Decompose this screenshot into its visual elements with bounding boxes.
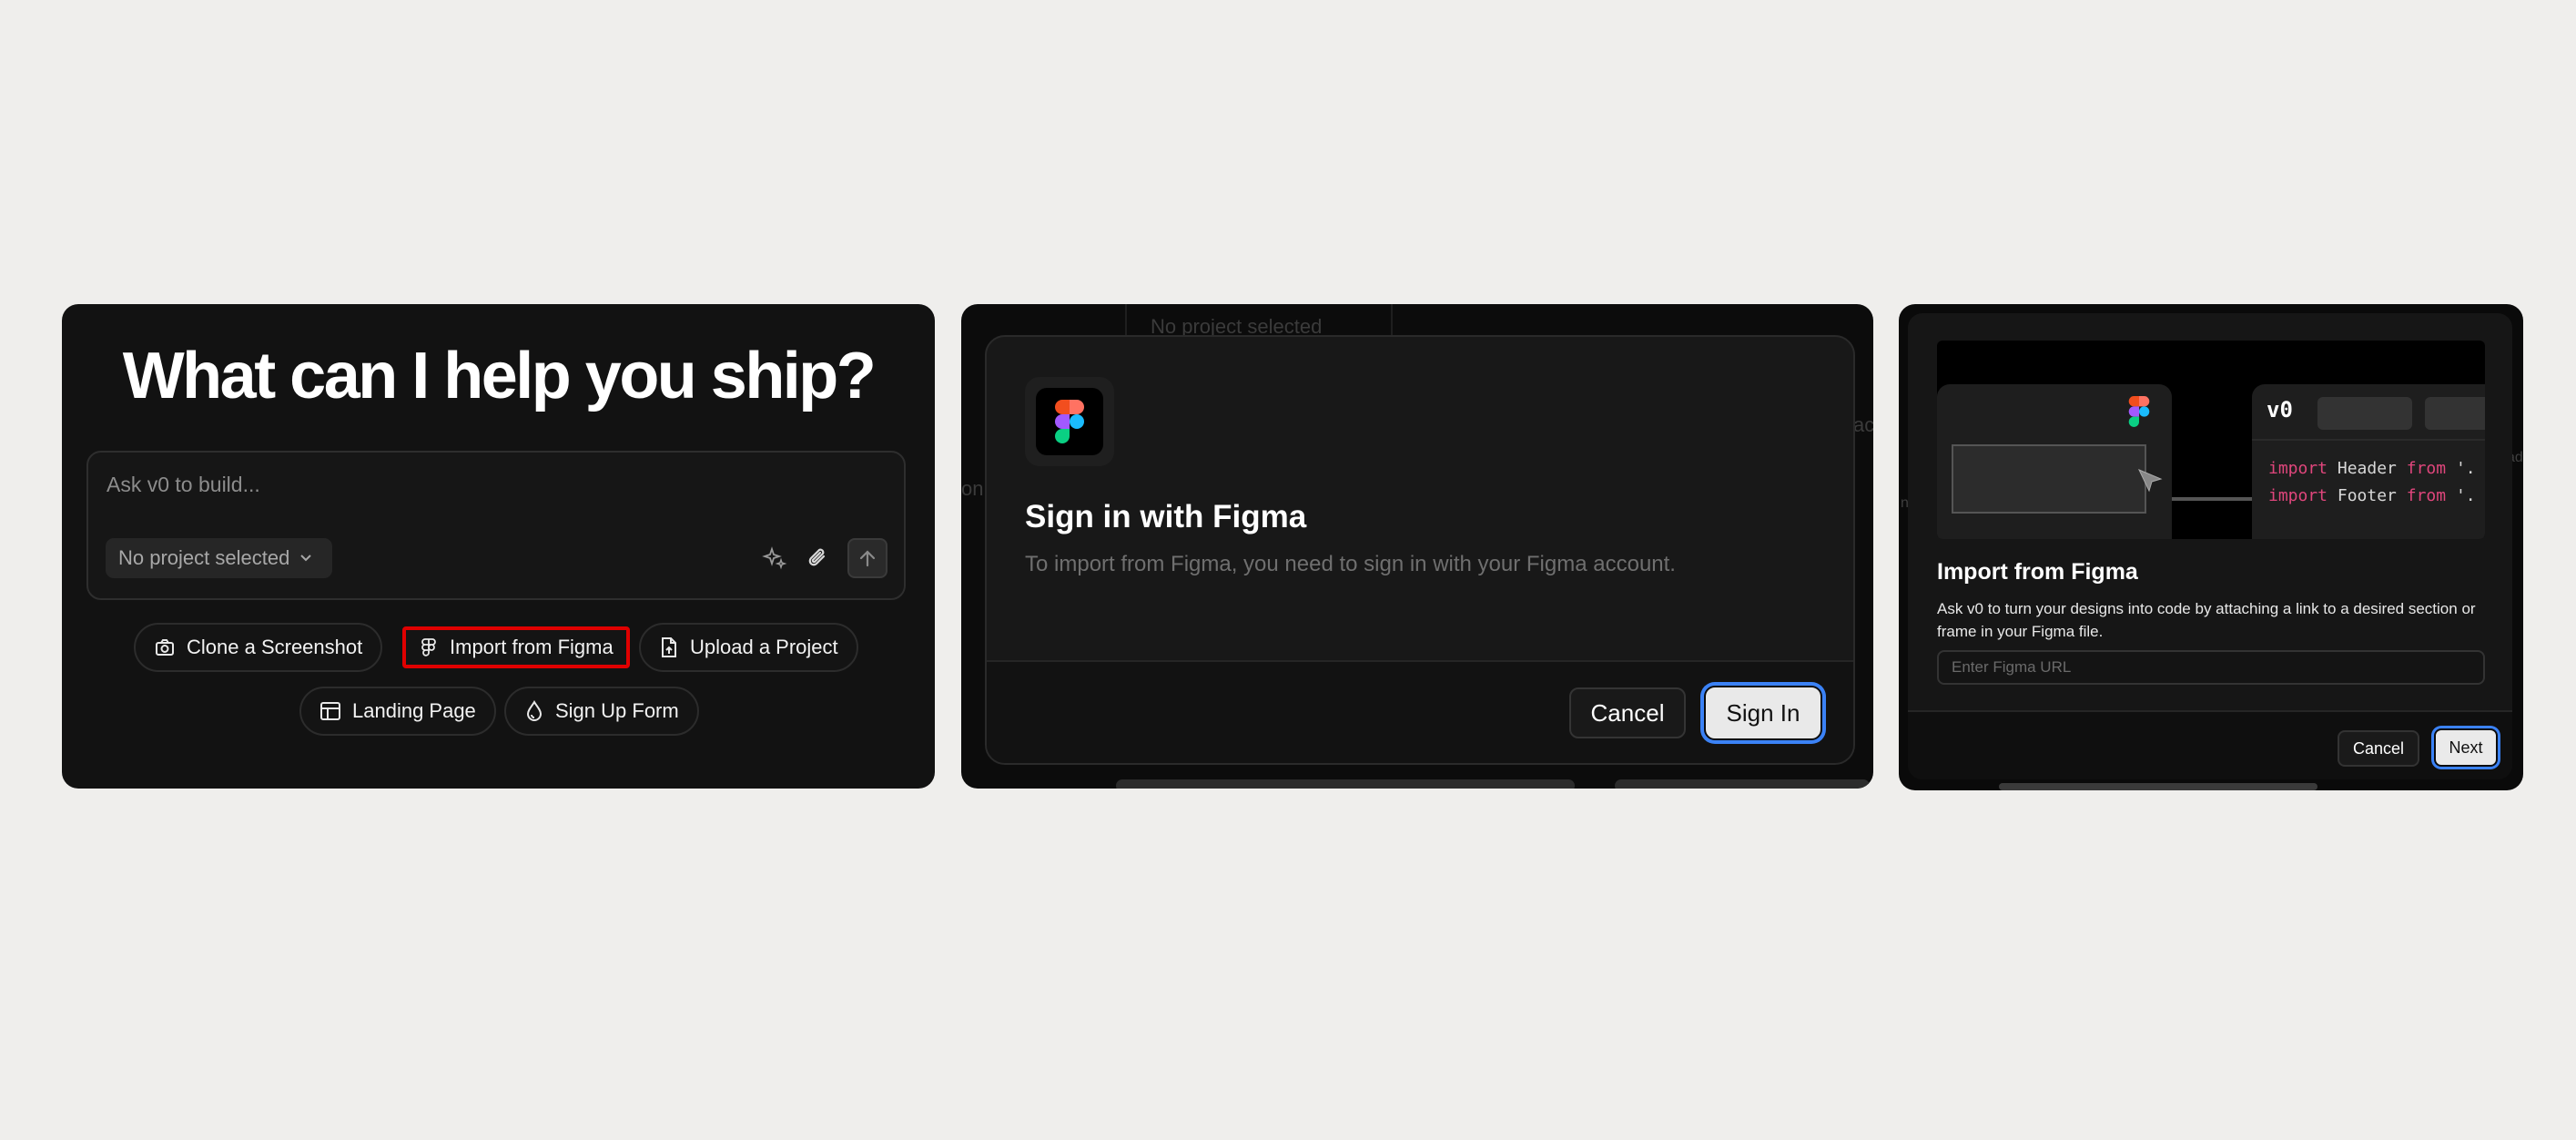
cancel-button[interactable]: Cancel: [1569, 687, 1686, 738]
figma-card: [1937, 384, 2172, 539]
tab-placeholder: [2425, 397, 2485, 430]
figma-icon: [421, 638, 436, 657]
cancel-button[interactable]: Cancel: [2338, 730, 2419, 767]
v0-code-card: v0 import Header from '. import Footer f…: [2252, 384, 2485, 539]
project-selector-label: No project selected: [118, 546, 290, 569]
import-figma-modal: v0 import Header from '. import Footer f…: [1908, 313, 2512, 779]
modal-footer: Cancel Sign In: [987, 660, 1853, 763]
chip-sign-up-form[interactable]: Sign Up Form: [504, 687, 699, 736]
chip-label: Upload a Project: [690, 636, 838, 658]
chip-import-from-figma[interactable]: Import from Figma: [402, 626, 630, 668]
import-figma-panel: n ad v0 import Header from '. import Foo…: [1899, 304, 2523, 790]
chip-clone-screenshot[interactable]: Clone a Screenshot: [134, 623, 383, 672]
tab-placeholder: [2317, 397, 2412, 430]
v0-logo-icon: v0: [2267, 397, 2293, 422]
modal-footer: Cancel Next: [1908, 710, 2512, 779]
sparkles-icon[interactable]: [755, 538, 795, 578]
modal-title: Sign in with Figma: [1025, 499, 1307, 534]
layout-icon: [320, 702, 340, 720]
chip-label: Clone a Screenshot: [187, 636, 363, 658]
scrollbar[interactable]: [1999, 783, 2317, 790]
figma-logo-icon: [2128, 396, 2150, 427]
modal-description: Ask v0 to turn your designs into code by…: [1937, 600, 2476, 640]
paperclip-icon[interactable]: [798, 538, 838, 578]
droplet-icon: [526, 700, 543, 721]
modal-description: To import from Figma, you need to sign i…: [1025, 552, 1676, 576]
page-headline: What can I help you ship?: [122, 340, 877, 412]
arrow-up-icon: [859, 550, 876, 567]
code-line: import Footer from '.: [2268, 486, 2476, 505]
chip-label: Import from Figma: [450, 636, 614, 658]
chip-upload-project[interactable]: Upload a Project: [639, 623, 858, 672]
background-bar: [1615, 779, 1870, 789]
figma-signin-panel: No project selected on ac Sign in with F…: [961, 304, 1873, 789]
prompt-box[interactable]: Ask v0 to build... No project selected: [86, 451, 906, 600]
project-selector[interactable]: No project selected: [106, 538, 332, 578]
camera-icon: [156, 639, 174, 656]
modal-title: Import from Figma: [1937, 559, 2138, 585]
send-button[interactable]: [847, 538, 887, 578]
signin-modal: Sign in with Figma To import from Figma,…: [985, 335, 1855, 765]
code-line: import Header from '.: [2268, 459, 2476, 478]
chip-landing-page[interactable]: Landing Page: [299, 687, 496, 736]
chip-label: Sign Up Form: [555, 699, 679, 722]
figma-logo-icon: [1055, 400, 1084, 443]
background-bar: [1116, 779, 1575, 789]
background-fragment: on: [961, 477, 984, 500]
chevron-down-icon: [299, 546, 313, 570]
selected-frame: [1952, 444, 2146, 514]
background-fragment: ac: [1853, 413, 1873, 436]
figma-url-input[interactable]: [1937, 650, 2485, 685]
chip-label: Landing Page: [352, 699, 476, 722]
sign-in-button[interactable]: Sign In: [1704, 686, 1822, 740]
connector-line: [2172, 497, 2252, 501]
cursor-icon: [2137, 469, 2163, 493]
next-button[interactable]: Next: [2434, 728, 2498, 767]
file-upload-icon: [662, 637, 676, 657]
hero-illustration: v0 import Header from '. import Footer f…: [1937, 341, 2485, 539]
v0-home-panel: What can I help you ship? Ask v0 to buil…: [62, 304, 935, 789]
figma-logo-tile: [1025, 377, 1114, 466]
prompt-input[interactable]: Ask v0 to build...: [106, 473, 260, 497]
